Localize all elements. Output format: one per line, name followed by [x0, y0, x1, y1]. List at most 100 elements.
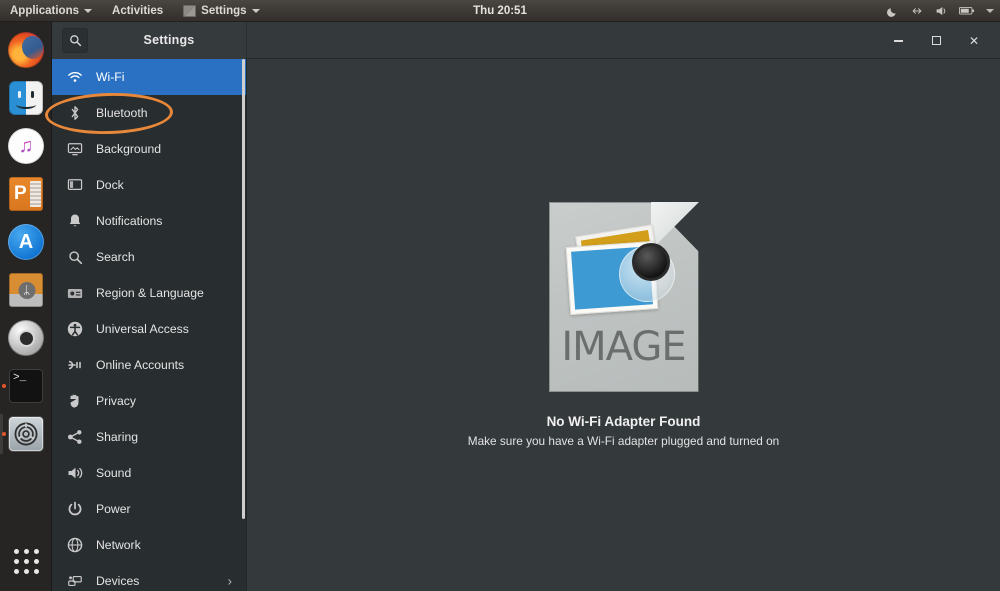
placeholder-label: IMAGE	[561, 324, 686, 370]
dock-item-powerpoint[interactable]: P	[0, 170, 52, 218]
sound-icon	[67, 465, 83, 481]
bell-icon	[67, 213, 83, 229]
search-icon	[67, 249, 83, 265]
titlebar-left-pane: Settings	[52, 21, 247, 59]
chevron-down-icon	[84, 8, 93, 13]
battery-icon[interactable]	[959, 6, 975, 16]
files-icon	[9, 81, 43, 115]
presentation-letter: P	[14, 183, 27, 204]
settings-titlebar: Settings ✕	[52, 21, 1000, 59]
power-icon	[67, 501, 83, 517]
bluetooth-glyph: ᛦ	[18, 281, 36, 299]
network-icon	[67, 537, 83, 553]
sidebar-item-sound[interactable]: Sound	[52, 455, 246, 491]
sidebar-item-wifi[interactable]: Wi-Fi	[52, 59, 246, 95]
volume-icon[interactable]	[935, 5, 948, 17]
bluetooth-icon	[67, 105, 83, 121]
sidebar-item-sharing[interactable]: Sharing	[52, 419, 246, 455]
sidebar-item-label: Privacy	[96, 394, 136, 408]
sidebar-item-label: Background	[96, 142, 162, 156]
network-connection-icon[interactable]	[910, 5, 924, 17]
bluetooth-drive-icon: ᛦ	[9, 273, 43, 307]
presentation-icon: P	[9, 177, 43, 211]
sidebar-item-label: Universal Access	[96, 322, 189, 336]
sidebar-item-background[interactable]: Background	[52, 131, 246, 167]
firefox-icon	[8, 32, 44, 68]
music-note-glyph: ♫	[8, 128, 44, 164]
sidebar-item-universal-access[interactable]: Universal Access	[52, 311, 246, 347]
minimize-button[interactable]	[888, 31, 908, 51]
night-light-icon[interactable]	[887, 5, 899, 17]
system-menu-caret-icon[interactable]	[986, 9, 994, 13]
dock-item-terminal[interactable]: >_	[0, 362, 52, 410]
sidebar-item-privacy[interactable]: Privacy	[52, 383, 246, 419]
dock-item-help[interactable]	[0, 314, 52, 362]
topbar-activities-label: Activities	[112, 4, 164, 17]
terminal-prompt-glyph: >_	[13, 372, 27, 384]
sharing-icon	[67, 429, 83, 445]
sidebar-item-label: Wi-Fi	[96, 70, 125, 84]
topbar-settings-appmenu[interactable]: Settings	[173, 0, 269, 22]
settings-gear-svg	[14, 422, 38, 446]
wifi-icon	[67, 69, 83, 85]
topbar-settings-label: Settings	[201, 4, 247, 17]
dock-item-app-store[interactable]: A	[0, 218, 52, 266]
sidebar-item-online-accounts[interactable]: Online Accounts	[52, 347, 246, 383]
window-controls: ✕	[888, 22, 994, 59]
close-icon: ✕	[968, 33, 980, 48]
sidebar-item-power[interactable]: Power	[52, 491, 246, 527]
settings-window: Settings ✕ Wi-Fi Bluetooth Background Do…	[52, 21, 1000, 591]
image-placeholder: IMAGE	[548, 202, 699, 392]
sidebar-item-label: Devices	[96, 574, 140, 588]
sidebar-item-notifications[interactable]: Notifications	[52, 203, 246, 239]
topbar-system-tray[interactable]	[887, 0, 994, 22]
magnifier-lens-icon	[618, 243, 675, 302]
terminal-icon: >_	[9, 369, 43, 403]
sidebar-item-devices[interactable]: Devices ›	[52, 563, 246, 591]
apps-grid-icon	[13, 548, 39, 574]
sidebar-item-label: Bluetooth	[96, 106, 148, 120]
dock-item-music[interactable]: ♫	[0, 122, 52, 170]
desktop-screen: Applications Activities Settings Thu 20:…	[0, 0, 1000, 591]
sidebar-item-dock[interactable]: Dock	[52, 167, 246, 203]
topbar-applications-menu[interactable]: Applications	[0, 0, 102, 22]
dock-item-bluetooth-drive[interactable]: ᛦ	[0, 266, 52, 314]
sidebar-item-label: Notifications	[96, 214, 163, 228]
show-applications-button[interactable]	[0, 539, 52, 583]
sidebar-item-label: Search	[96, 250, 135, 264]
help-ring-icon	[8, 320, 44, 356]
settings-app-icon	[183, 4, 197, 17]
close-button[interactable]: ✕	[964, 31, 984, 51]
online-accounts-icon	[67, 357, 83, 373]
region-language-icon	[67, 285, 83, 301]
app-store-icon: A	[8, 224, 44, 260]
dock-item-settings[interactable]	[0, 410, 52, 458]
running-indicator-dot	[2, 432, 6, 436]
privacy-hand-icon	[67, 393, 83, 409]
sidebar-item-label: Power	[96, 502, 131, 516]
devices-icon	[67, 573, 83, 589]
empty-state-subtitle: Make sure you have a Wi-Fi adapter plugg…	[467, 434, 780, 448]
sidebar-scrollbar-thumb[interactable]	[242, 59, 245, 519]
search-icon[interactable]	[62, 27, 88, 53]
app-store-letter: A	[18, 231, 34, 253]
sidebar-item-network[interactable]: Network	[52, 527, 246, 563]
settings-content-area: IMAGE No Wi-Fi Adapter Found Make sure y…	[247, 59, 1000, 591]
sidebar-item-label: Sound	[96, 466, 132, 480]
sidebar-item-region-language[interactable]: Region & Language	[52, 275, 246, 311]
sidebar-item-label: Dock	[96, 178, 124, 192]
settings-sidebar[interactable]: Wi-Fi Bluetooth Background Dock Notifica…	[52, 59, 247, 591]
sidebar-item-label: Network	[96, 538, 141, 552]
placeholder-photos	[565, 224, 683, 322]
sidebar-item-label: Sharing	[96, 430, 139, 444]
music-icon: ♫	[8, 128, 44, 164]
dock-item-firefox[interactable]	[0, 26, 52, 74]
sidebar-scrollbar[interactable]	[242, 59, 245, 591]
maximize-button[interactable]	[926, 31, 946, 51]
dock-item-files[interactable]	[0, 74, 52, 122]
sidebar-item-bluetooth[interactable]: Bluetooth	[52, 95, 246, 131]
sidebar-item-label: Region & Language	[96, 286, 204, 300]
sidebar-item-search[interactable]: Search	[52, 239, 246, 275]
ubuntu-dock: ♫ P A ᛦ >_	[0, 22, 52, 591]
topbar-activities-button[interactable]: Activities	[102, 0, 173, 22]
